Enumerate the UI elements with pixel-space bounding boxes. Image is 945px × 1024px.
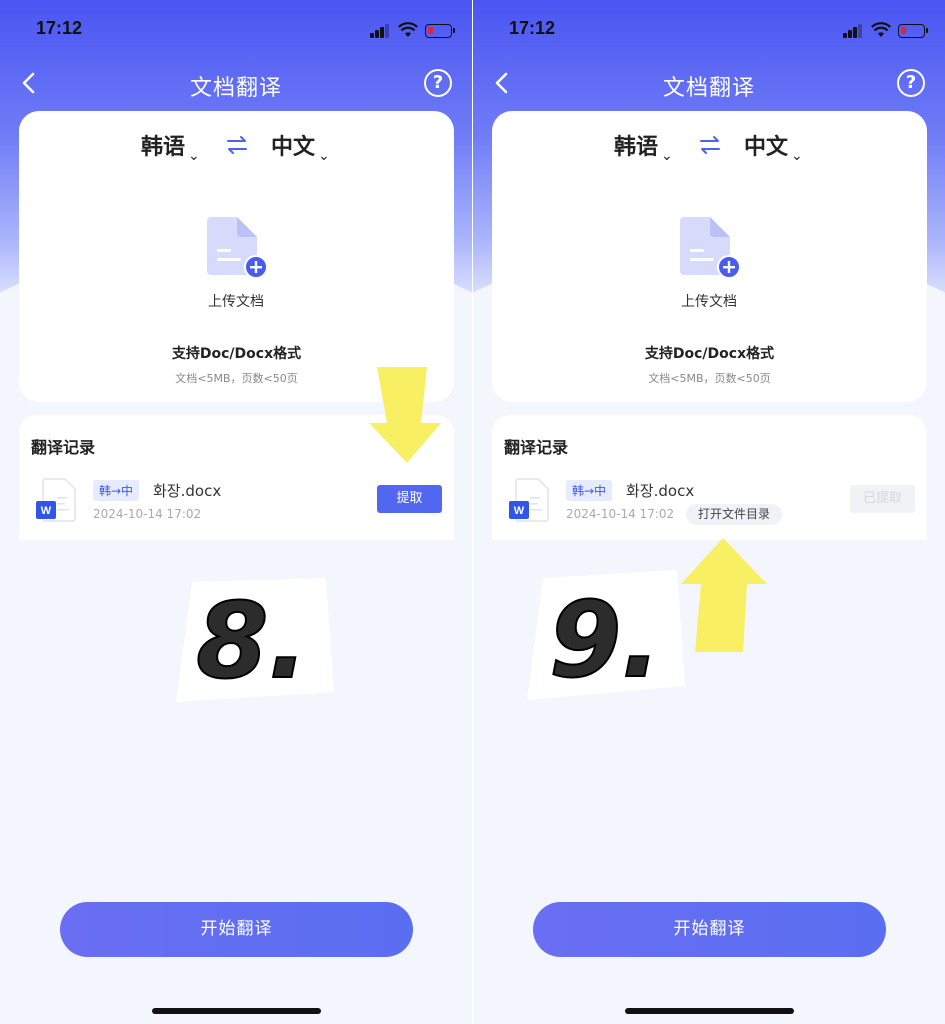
upload-card: 韩语 ⌄ 中文 ⌄ 上传文档 支持Doc/Docx格式 文档<5MB，页数<50… — [19, 111, 454, 402]
record-date: 2024-10-14 17:02 — [566, 507, 675, 521]
signal-icon — [370, 24, 390, 38]
language-pair-badge: 韩→中 — [93, 480, 140, 501]
status-time: 17:12 — [36, 18, 83, 38]
upload-document-label: 上传文档 — [681, 294, 737, 310]
page-title: 文档翻译 — [189, 76, 282, 101]
status-bar: 17:12 — [473, 16, 945, 42]
target-language-label: 中文 — [271, 135, 316, 160]
swap-languages-icon[interactable] — [224, 132, 250, 158]
record-date: 2024-10-14 17:02 — [93, 507, 202, 521]
translation-history: 翻译记录 W 韩→中 화장.docx 2024-10-14 17:02 打开文件… — [492, 415, 927, 540]
svg-text:W: W — [514, 505, 525, 517]
svg-text:W: W — [41, 505, 52, 517]
status-time: 17:12 — [509, 18, 556, 38]
language-selector: 韩语 ⌄ 中文 ⌄ — [19, 129, 454, 165]
language-selector: 韩语 ⌄ 中文 ⌄ — [492, 129, 927, 165]
chevron-down-icon: ⌄ — [188, 148, 200, 164]
upload-document-label: 上传文档 — [208, 294, 264, 310]
battery-icon — [425, 24, 455, 38]
home-indicator — [152, 1008, 321, 1014]
file-name: 화장.docx — [626, 482, 695, 500]
upload-document-button[interactable]: 上传文档 — [199, 215, 279, 315]
supported-formats: 支持Doc/Docx格式 — [644, 346, 775, 362]
word-file-icon: W — [36, 478, 76, 522]
battery-icon — [898, 24, 928, 38]
source-language-label: 韩语 — [614, 135, 659, 160]
target-language-dropdown[interactable]: 中文 ⌄ — [271, 129, 330, 164]
target-language-dropdown[interactable]: 中文 ⌄ — [744, 129, 803, 164]
upload-document-icon — [680, 217, 741, 279]
target-language-label: 中文 — [744, 135, 789, 160]
help-icon[interactable]: ? — [424, 69, 452, 97]
start-translation-button[interactable]: 开始翻译 — [60, 902, 413, 957]
signal-icon — [843, 24, 863, 38]
start-translation-button[interactable]: 开始翻译 — [533, 902, 886, 957]
source-language-dropdown[interactable]: 韩语 ⌄ — [614, 129, 673, 164]
file-limits: 文档<5MB，页数<50页 — [648, 372, 771, 385]
step-number-badge: 8. — [176, 578, 334, 703]
up-arrow-annotation — [681, 538, 767, 652]
nav-bar: 文档翻译 ? — [0, 62, 472, 106]
language-pair-badge: 韩→中 — [566, 480, 613, 501]
source-language-label: 韩语 — [141, 135, 186, 160]
open-file-folder-button[interactable]: 打开文件目录 — [686, 504, 783, 525]
wifi-icon — [871, 22, 891, 37]
nav-bar: 文档翻译 ? — [473, 62, 945, 106]
extract-button[interactable]: 提取 — [377, 485, 442, 513]
file-name: 화장.docx — [153, 482, 222, 500]
screenshot-pair: 17:12 文档翻译 ? 韩语 ⌄ 中文 ⌄ 上传文档 支持Doc/Docx格式… — [0, 0, 945, 1024]
chevron-down-icon: ⌄ — [661, 148, 673, 164]
word-file-icon: W — [509, 478, 549, 522]
chevron-down-icon: ⌄ — [791, 148, 803, 164]
step-number-badge: 9. — [527, 570, 685, 702]
home-indicator — [625, 1008, 794, 1014]
help-icon[interactable]: ? — [897, 69, 925, 97]
status-bar: 17:12 — [0, 16, 472, 42]
page-title: 文档翻译 — [662, 76, 755, 101]
chevron-down-icon: ⌄ — [318, 148, 330, 164]
supported-formats: 支持Doc/Docx格式 — [171, 346, 302, 362]
phone-screen-step-8: 17:12 文档翻译 ? 韩语 ⌄ 中文 ⌄ 上传文档 支持Doc/Docx格式… — [0, 0, 472, 1024]
history-heading: 翻译记录 — [31, 438, 96, 457]
step-number-text: 8. — [196, 580, 308, 702]
step-number-text: 9. — [549, 579, 661, 701]
upload-document-icon — [207, 217, 268, 279]
upload-document-button[interactable]: 上传文档 — [672, 215, 752, 315]
upload-card: 韩语 ⌄ 中文 ⌄ 上传文档 支持Doc/Docx格式 文档<5MB，页数<50… — [492, 111, 927, 402]
source-language-dropdown[interactable]: 韩语 ⌄ — [141, 129, 200, 164]
wifi-icon — [398, 22, 418, 37]
history-heading: 翻译记录 — [504, 438, 569, 457]
swap-languages-icon[interactable] — [697, 132, 723, 158]
down-arrow-annotation — [369, 367, 441, 463]
extracted-button: 已提取 — [850, 485, 915, 513]
phone-screen-step-9: 17:12 文档翻译 ? 韩语 ⌄ 中文 ⌄ 上传文档 支持Doc/Docx格式… — [473, 0, 945, 1024]
